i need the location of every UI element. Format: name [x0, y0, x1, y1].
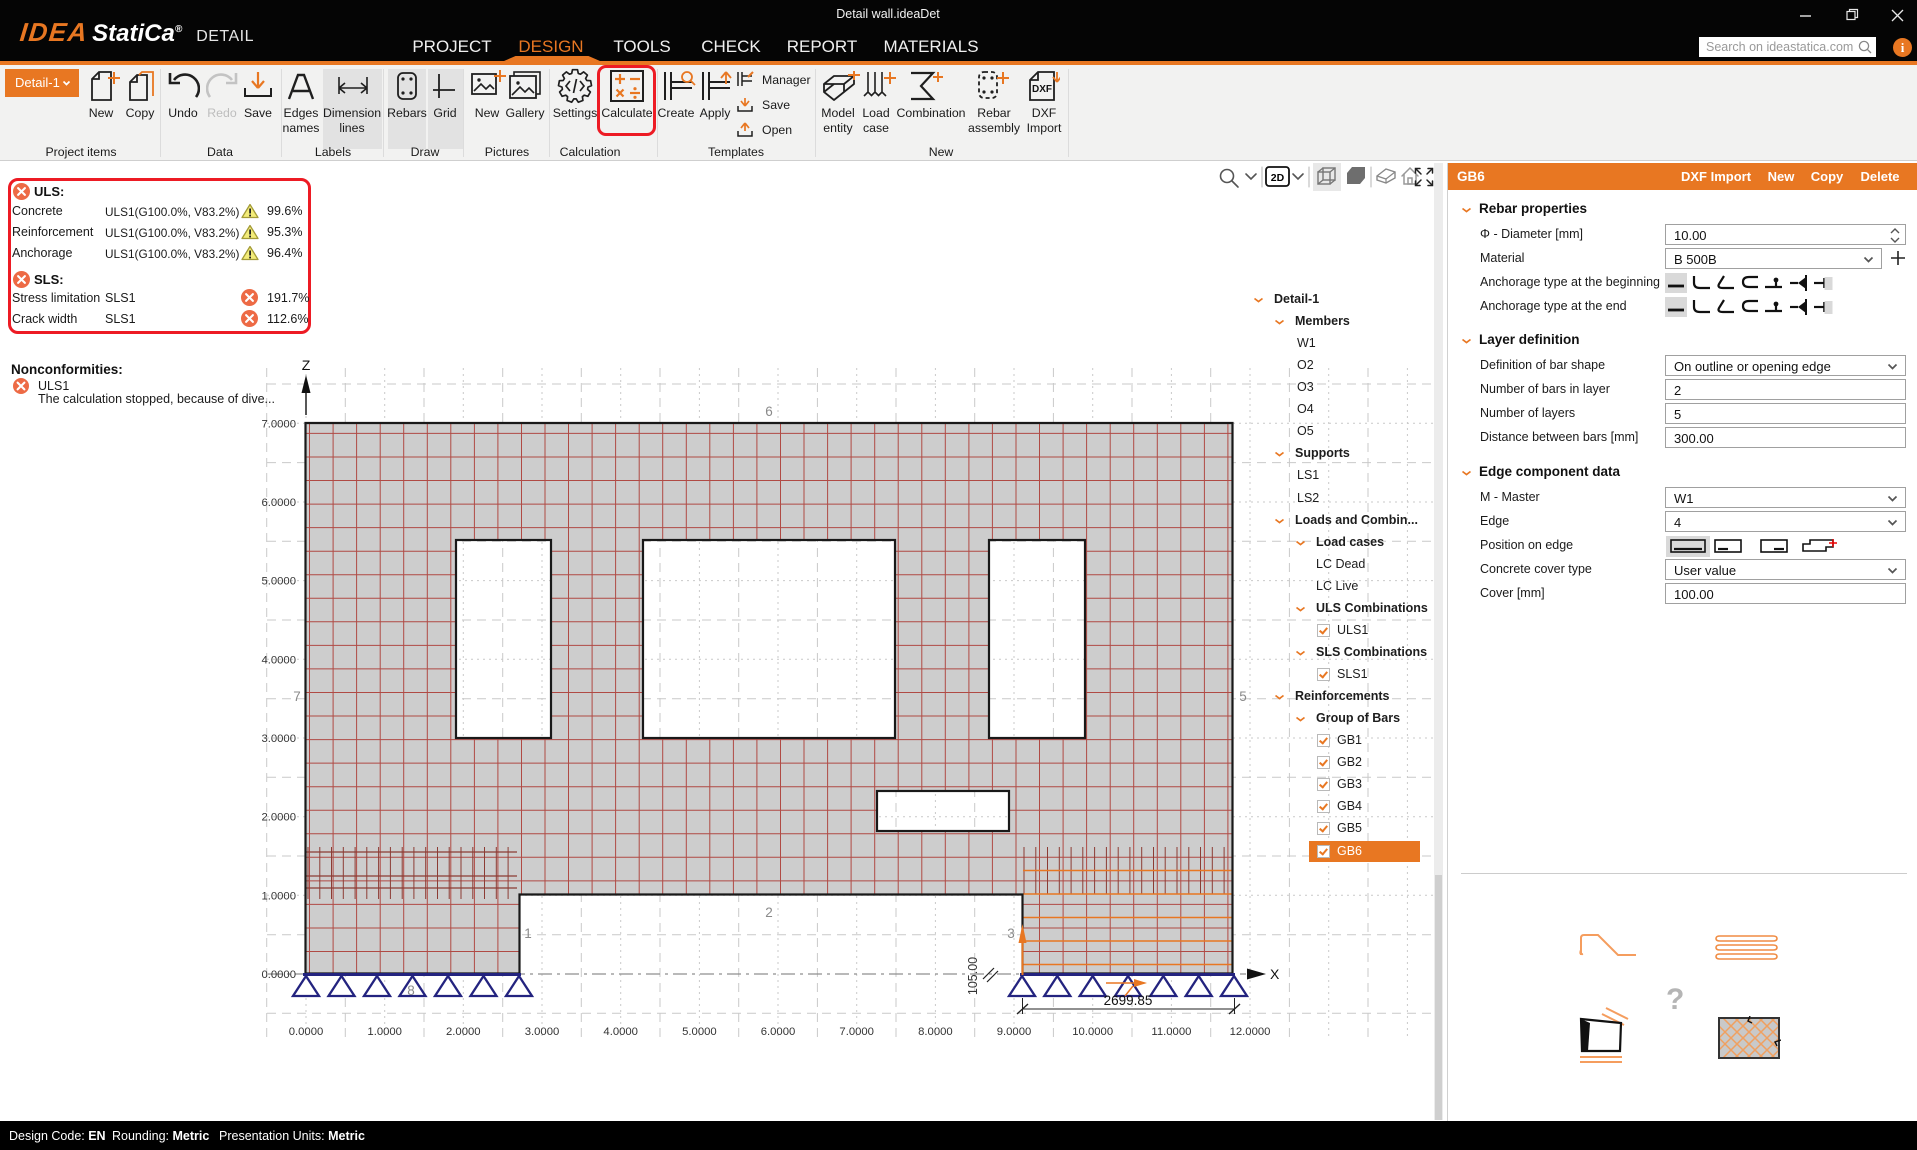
svg-text:2.0000: 2.0000 [446, 1026, 481, 1038]
svg-text:3.0000: 3.0000 [261, 733, 296, 745]
svg-text:Z: Z [302, 357, 311, 373]
svg-text:8.0000: 8.0000 [918, 1026, 953, 1038]
svg-text:5.0000: 5.0000 [682, 1026, 717, 1038]
svg-text:1.0000: 1.0000 [367, 1026, 402, 1038]
svg-text:7: 7 [293, 689, 301, 704]
svg-text:105.00: 105.00 [966, 957, 980, 995]
svg-text:5.0000: 5.0000 [261, 576, 296, 588]
svg-text:2D: 2D [1271, 172, 1285, 184]
svg-text:9.0000: 9.0000 [997, 1026, 1032, 1038]
svg-text:5: 5 [1239, 689, 1247, 704]
svg-text:0.0000: 0.0000 [289, 1026, 324, 1038]
svg-text:7.0000: 7.0000 [261, 418, 296, 430]
svg-text:10.0000: 10.0000 [1072, 1026, 1113, 1038]
svg-text:DXF: DXF [1032, 84, 1052, 95]
svg-text:4.0000: 4.0000 [603, 1026, 638, 1038]
svg-text:6.0000: 6.0000 [261, 497, 296, 509]
svg-text:X: X [1270, 966, 1280, 982]
svg-text:12.0000: 12.0000 [1230, 1026, 1271, 1038]
svg-text:2: 2 [765, 905, 773, 920]
svg-text:2699.85: 2699.85 [1104, 993, 1153, 1008]
svg-text:2.0000: 2.0000 [261, 812, 296, 824]
svg-text:3: 3 [1007, 926, 1015, 941]
svg-text:3.0000: 3.0000 [525, 1026, 560, 1038]
svg-text:6.0000: 6.0000 [761, 1026, 796, 1038]
svg-text:0.0000: 0.0000 [261, 969, 296, 981]
svg-text:1.0000: 1.0000 [261, 890, 296, 902]
svg-text:1: 1 [524, 926, 532, 941]
svg-text:7.0000: 7.0000 [839, 1026, 874, 1038]
svg-text:11.0000: 11.0000 [1151, 1026, 1191, 1038]
svg-text:4.0000: 4.0000 [261, 654, 296, 666]
svg-text:6: 6 [765, 404, 773, 419]
svg-text:8: 8 [407, 983, 415, 998]
